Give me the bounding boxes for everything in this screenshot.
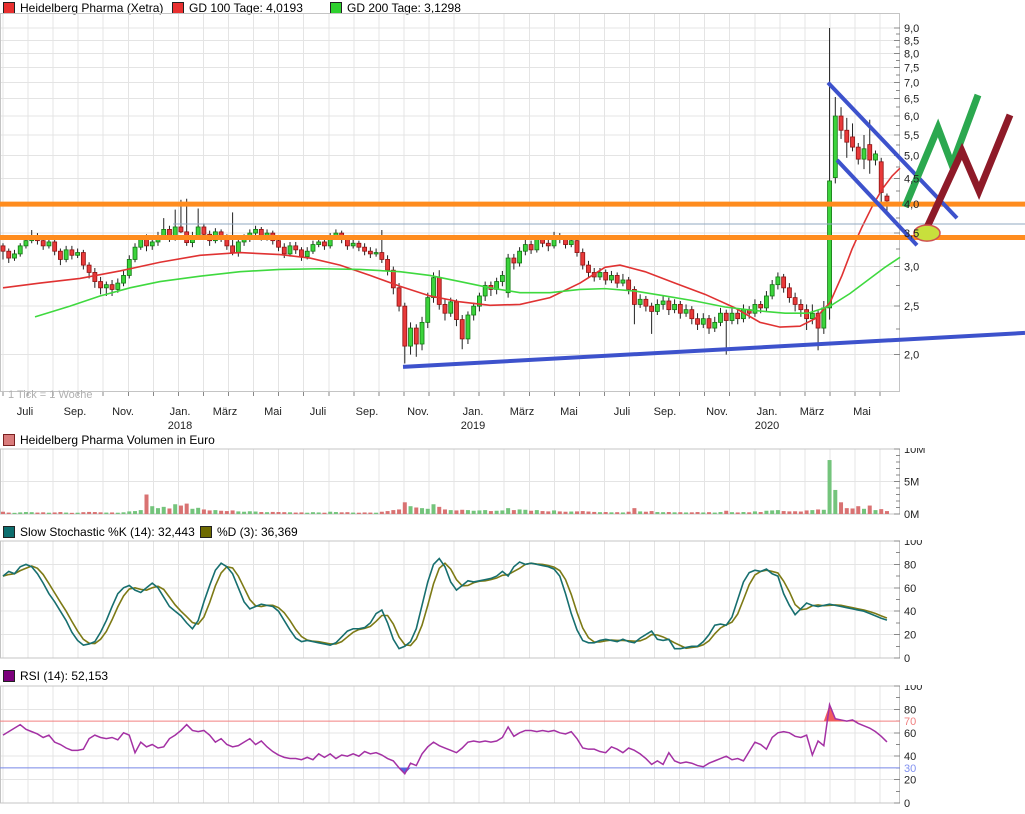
svg-text:Mai: Mai [560, 406, 578, 418]
svg-text:70: 70 [904, 716, 916, 728]
svg-text:Sep.: Sep. [64, 406, 87, 418]
svg-text:März: März [800, 406, 824, 418]
volume-grid [0, 449, 900, 514]
svg-text:Jan.: Jan. [757, 406, 778, 418]
stochastic-k-color-swatch [3, 526, 15, 538]
svg-text:60: 60 [904, 583, 916, 595]
svg-text:2019: 2019 [461, 420, 485, 432]
rsi-label: RSI (14): 52,153 [20, 669, 108, 683]
panel-grid [0, 541, 900, 658]
stochastic-d-color-swatch [200, 526, 212, 538]
svg-text:Nov.: Nov. [706, 406, 728, 418]
projection-arrows [905, 95, 1010, 232]
volume-color-swatch [3, 434, 15, 446]
rsi-y-axis-labels: 100 807060 403020 0 [904, 685, 922, 810]
stochastic-k-label: Slow Stochastic %K (14): 32,443 [20, 525, 195, 539]
svg-text:8,5: 8,5 [904, 35, 919, 47]
rsi-color-swatch [3, 670, 15, 682]
main-x-axis-labels: Juli Sep. Nov. Jan. 2018 März Mai Juli Sep. Nov. J… [17, 406, 871, 432]
candles-layer [1, 28, 889, 363]
svg-text:8,0: 8,0 [904, 49, 919, 61]
svg-text:Mai: Mai [264, 406, 282, 418]
svg-text:Mai: Mai [853, 406, 871, 418]
svg-text:Jan.: Jan. [170, 406, 191, 418]
svg-text:40: 40 [904, 606, 916, 618]
svg-text:5,5: 5,5 [904, 130, 919, 142]
svg-text:4,0: 4,0 [904, 199, 919, 211]
svg-text:Nov.: Nov. [407, 406, 429, 418]
volume-title: Heidelberg Pharma Volumen in Euro [20, 433, 215, 447]
svg-text:Jan.: Jan. [463, 406, 484, 418]
svg-text:2,0: 2,0 [904, 350, 919, 362]
svg-text:7,0: 7,0 [904, 78, 919, 90]
svg-text:Juli: Juli [614, 406, 631, 418]
legend-volume: Heidelberg Pharma Volumen in Euro [3, 433, 215, 446]
chart-page: Heidelberg Pharma (Xetra) GD 100 Tage: 4… [0, 0, 1025, 814]
main-axis-ticks [3, 28, 900, 396]
volume-chart: 10M 5M 0M [0, 448, 1025, 524]
svg-text:9,0: 9,0 [904, 23, 919, 35]
svg-text:7,5: 7,5 [904, 63, 919, 75]
main-candlestick-chart: 9,08,5 8,0 7,5 7,0 6,5 6,0 5,5 5,0 4,5 4,0 3,5 3,0 2… [0, 0, 1025, 432]
svg-text:10M: 10M [904, 448, 925, 456]
stochastic-d-label: %D (3): 36,369 [217, 525, 298, 539]
volume-y-axis-labels: 10M 5M 0M [904, 448, 925, 521]
volume-bars [1, 460, 889, 514]
svg-text:2,5: 2,5 [904, 301, 919, 313]
legend-rsi: RSI (14): 52,153 [3, 669, 108, 682]
stoch-y-axis-labels: 100 80 60 40 20 0 [904, 540, 922, 665]
svg-text:2020: 2020 [755, 420, 779, 432]
panel-grid [0, 686, 900, 803]
svg-text:3,0: 3,0 [904, 262, 919, 274]
svg-text:20: 20 [904, 775, 916, 787]
legend-stochastic-k: Slow Stochastic %K (14): 32,443 [3, 525, 195, 538]
svg-text:Juli: Juli [310, 406, 327, 418]
svg-text:100: 100 [904, 685, 922, 693]
uptrend-support-line [403, 333, 1025, 367]
svg-text:20: 20 [904, 630, 916, 642]
svg-text:60: 60 [904, 728, 916, 740]
svg-text:0: 0 [904, 653, 910, 665]
svg-text:40: 40 [904, 751, 916, 763]
svg-text:6,5: 6,5 [904, 94, 919, 106]
svg-text:5,0: 5,0 [904, 151, 919, 163]
svg-text:Sep.: Sep. [654, 406, 677, 418]
svg-text:Juli: Juli [17, 406, 34, 418]
rsi-chart: 100 807060 403020 0 [0, 685, 1025, 810]
svg-text:6,0: 6,0 [904, 111, 919, 123]
svg-text:30: 30 [904, 763, 916, 775]
svg-text:3,5: 3,5 [904, 228, 919, 240]
tick-note: 1 Tick = 1 Woche [8, 389, 92, 401]
svg-text:Nov.: Nov. [112, 406, 134, 418]
svg-text:März: März [213, 406, 237, 418]
svg-text:2018: 2018 [168, 420, 192, 432]
stochastic-chart: 100 80 60 40 20 0 [0, 540, 1025, 665]
svg-text:100: 100 [904, 540, 922, 548]
svg-text:80: 80 [904, 559, 916, 571]
svg-text:Sep.: Sep. [356, 406, 379, 418]
svg-text:0M: 0M [904, 509, 919, 521]
svg-text:0: 0 [904, 798, 910, 810]
svg-text:März: März [510, 406, 534, 418]
svg-text:80: 80 [904, 704, 916, 716]
svg-text:4,5: 4,5 [904, 174, 919, 186]
svg-text:5M: 5M [904, 477, 919, 489]
svg-text:1 Tick = 1 Woche: 1 Tick = 1 Woche [8, 389, 92, 401]
legend-stochastic-d: %D (3): 36,369 [200, 525, 298, 538]
